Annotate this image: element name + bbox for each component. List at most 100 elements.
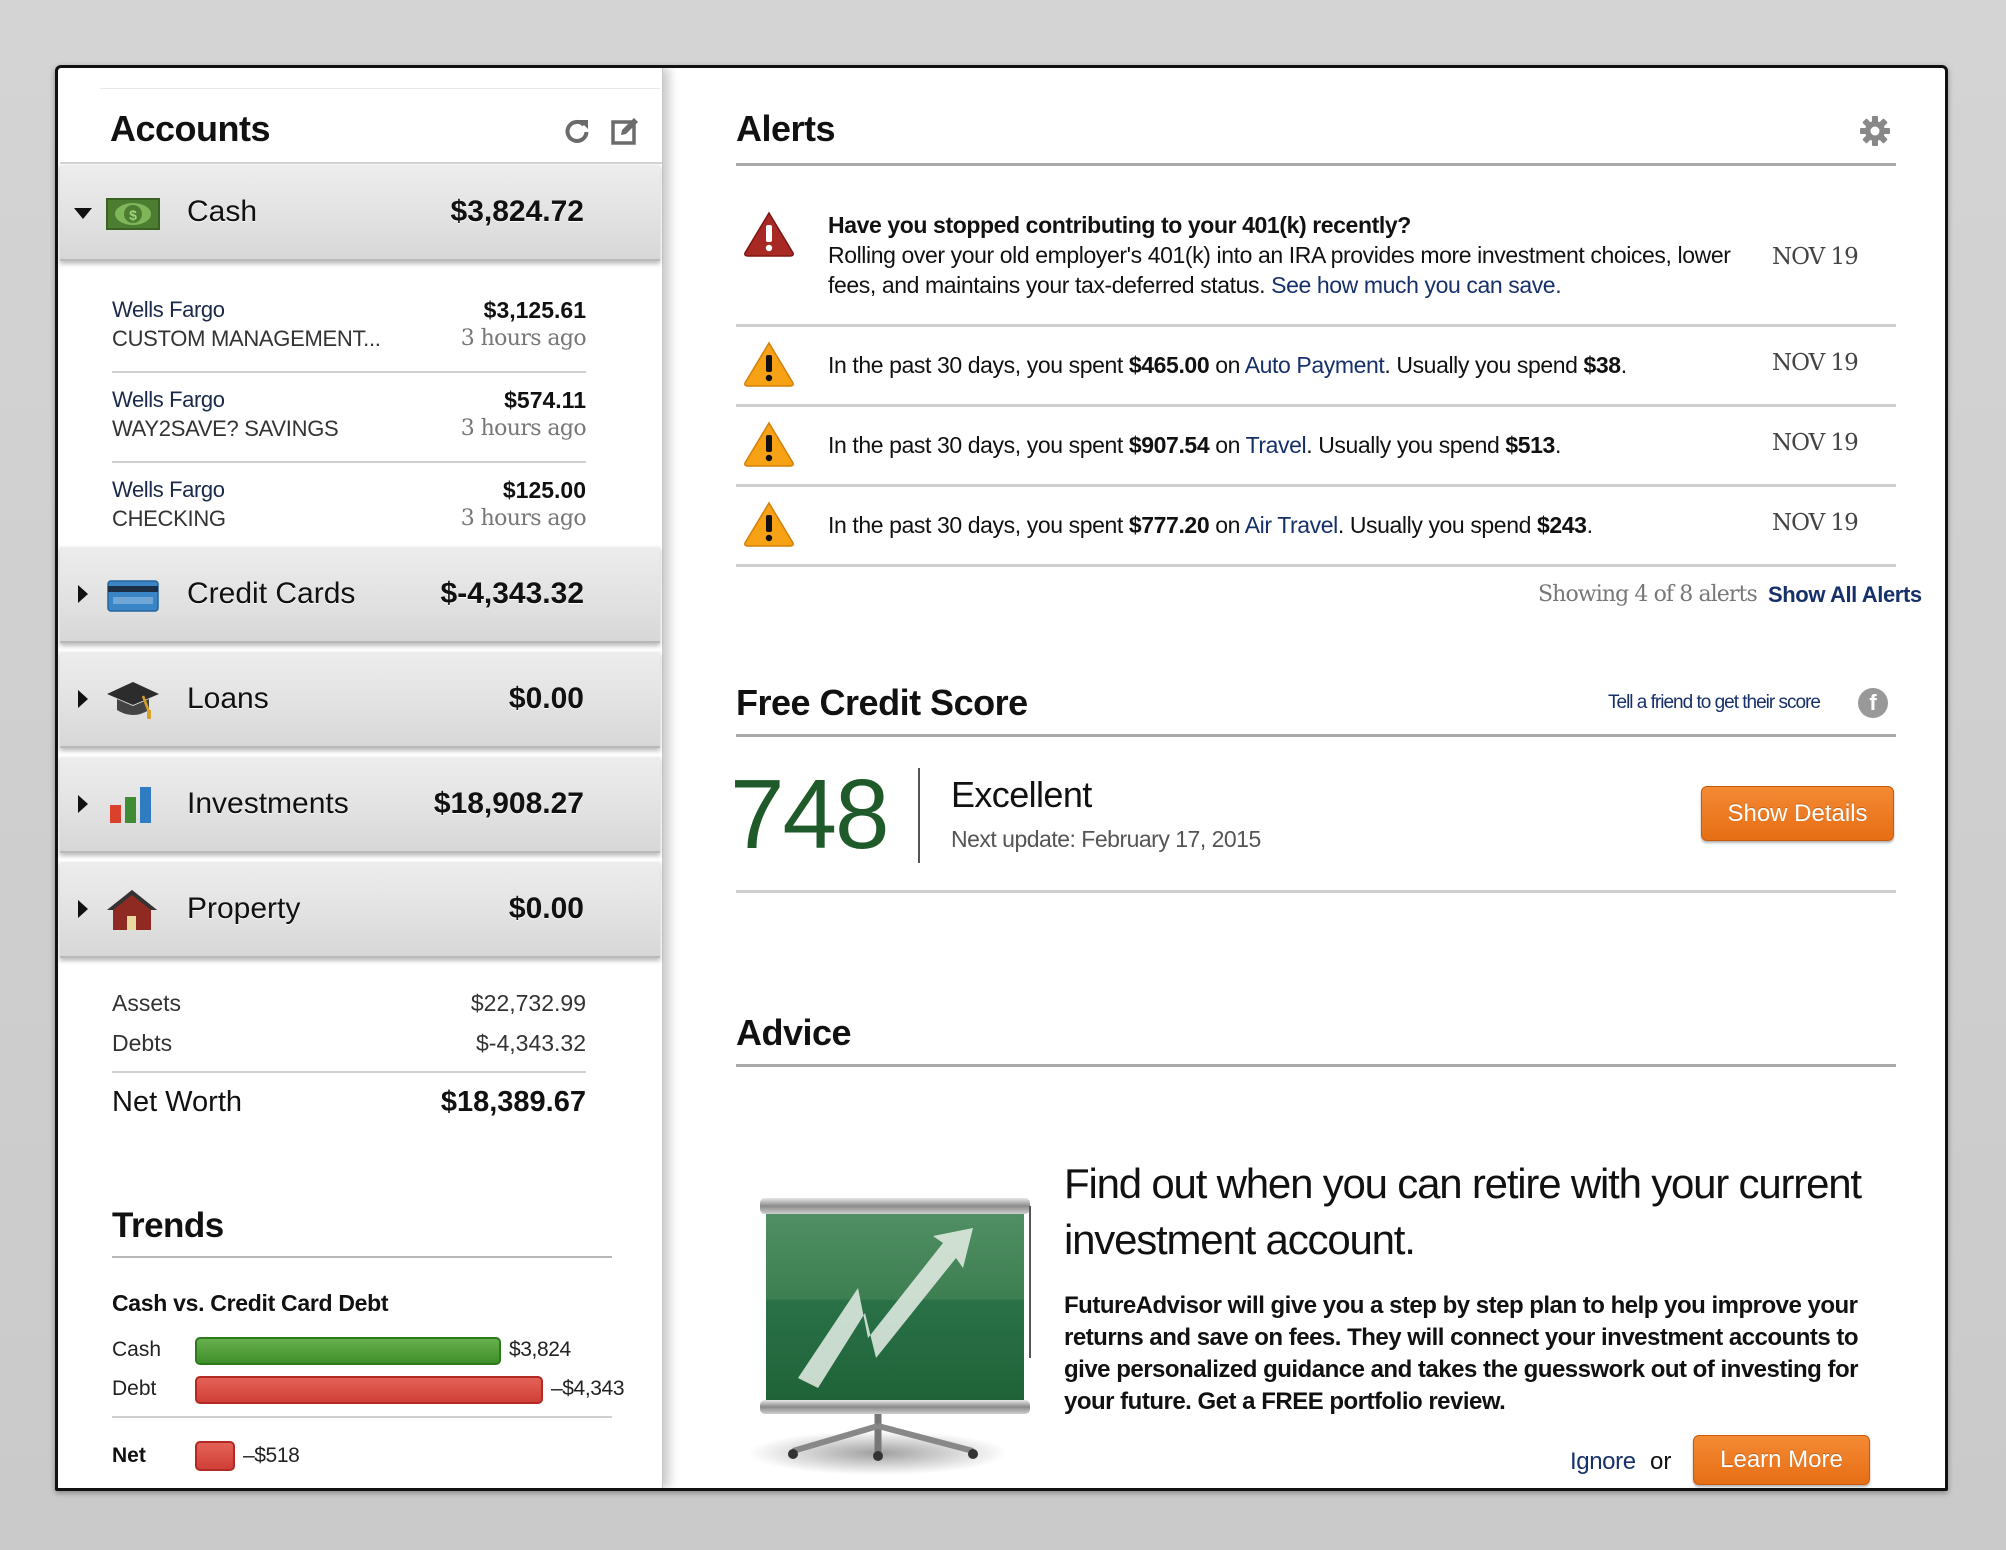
alert-text-end: . (1554, 432, 1561, 458)
credit-score-rating: Excellent (951, 774, 1092, 815)
alert-text-mid: . Usually you spend (1384, 352, 1584, 378)
category-credit-cards[interactable]: Credit Cards $-4,343.32 (60, 546, 660, 643)
house-icon (107, 890, 157, 930)
score-separator (918, 768, 920, 863)
advice-heading: Find out when you can retire with your c… (1064, 1160, 1862, 1263)
account-balance: $125.00 (502, 477, 586, 503)
alert-usual: $243 (1536, 512, 1587, 538)
alert-category-link[interactable]: Air Travel (1245, 512, 1339, 538)
refresh-icon[interactable] (562, 116, 592, 146)
alert-category-link[interactable]: Auto Payment (1245, 352, 1385, 378)
bank-name: Wells Fargo (112, 387, 225, 412)
top-rule (100, 88, 660, 89)
bar-value-debt: –$4,343 (551, 1377, 625, 1400)
bar-value-cash: $3,824 (509, 1338, 571, 1361)
alerts-title: Alerts (736, 108, 836, 149)
account-item[interactable]: Wells Fargo CUSTOM MANAGEMENT... $3,125.… (112, 283, 587, 373)
account-name: WAY2SAVE? SAVINGS (112, 416, 339, 441)
warning-alert-icon (744, 421, 794, 467)
bar-net (195, 1441, 235, 1471)
next-update-text: Next update: February 17, 2015 (951, 826, 1261, 852)
bar-cash (195, 1337, 501, 1365)
advice-body: FutureAdvisor will give you a step by st… (1064, 1292, 1859, 1415)
presentation-chart-icon (748, 1198, 1031, 1475)
ignore-link[interactable]: Ignore (1570, 1448, 1636, 1476)
alert-text-end: . (1620, 352, 1627, 378)
account-name: CHECKING (112, 506, 226, 531)
last-updated: 3 hours ago (460, 416, 587, 441)
chevron-down-icon (74, 208, 92, 219)
net-worth-label: Net Worth (112, 1086, 243, 1118)
trends-divider (112, 1256, 612, 1258)
alert-text-prefix: In the past 30 days, you spent (828, 432, 1129, 458)
alert-text-on: on (1209, 432, 1246, 458)
alert-item-auto-payment: In the past 30 days, you spent $465.00 o… (828, 350, 1627, 380)
credit-card-icon (107, 580, 159, 612)
danger-alert-icon (744, 211, 794, 257)
account-balance: $574.11 (504, 387, 586, 413)
alert-date: NOV 19 (1772, 430, 1859, 456)
app-window: Accounts $ Cash $3,824.72 Wells Fargo CU… (55, 65, 1948, 1491)
debts-label: Debts (112, 1030, 173, 1056)
bank-name: Wells Fargo (112, 297, 225, 322)
debts-value: $-4,343.32 (476, 1030, 586, 1056)
alert-spent: $465.00 (1128, 352, 1210, 378)
assets-label: Assets (112, 990, 182, 1016)
accounts-panel: Accounts $ Cash $3,824.72 Wells Fargo CU… (60, 68, 663, 1488)
net-label: Net (112, 1444, 146, 1467)
alert-category-link[interactable]: Travel (1246, 432, 1307, 458)
warning-alert-icon (744, 501, 794, 547)
alerts-count-text: Showing 4 of 8 alerts (1538, 582, 1758, 607)
account-item[interactable]: Wells Fargo WAY2SAVE? SAVINGS $574.11 3 … (112, 373, 587, 463)
see-savings-link[interactable]: See how much you can save. (1271, 272, 1561, 298)
advice-title: Advice (736, 1012, 852, 1053)
alert-item-401k: Have you stopped contributing to your 40… (828, 210, 1748, 300)
alert-date: NOV 19 (1772, 510, 1859, 536)
learn-more-button[interactable]: Learn More (1693, 1435, 1870, 1485)
assets-value: $22,732.99 (470, 990, 586, 1016)
gear-icon[interactable] (1858, 114, 1892, 148)
net-worth-value: $18,389.67 (440, 1086, 586, 1118)
account-item[interactable]: Wells Fargo CHECKING $125.00 3 hours ago (112, 463, 587, 553)
advice-divider (736, 1064, 1896, 1067)
bar-value-net: –$518 (243, 1444, 300, 1467)
category-investments[interactable]: Investments $18,908.27 (60, 756, 660, 853)
category-property[interactable]: Property $0.00 (60, 861, 660, 958)
account-balance: $3,125.61 (483, 297, 586, 323)
credit-score-divider (736, 734, 1896, 737)
graduation-cap-icon (107, 682, 159, 719)
chart-title: Cash vs. Credit Card Debt (112, 1290, 389, 1316)
alert-text-end: . (1586, 512, 1593, 538)
tell-friend-link[interactable]: Tell a friend to get their score (1608, 692, 1821, 714)
category-label: Cash (187, 195, 258, 228)
alert-text-mid: . Usually you spend (1337, 512, 1537, 538)
chevron-right-icon (78, 585, 88, 603)
or-text: or (1650, 1448, 1672, 1475)
svg-text:$: $ (129, 207, 137, 223)
show-all-alerts-link[interactable]: Show All Alerts (1768, 582, 1922, 608)
category-label: Loans (187, 682, 269, 715)
category-amount: $0.00 (508, 892, 584, 925)
alert-item-travel: In the past 30 days, you spent $907.54 o… (828, 430, 1561, 460)
category-amount: $-4,343.32 (440, 577, 584, 610)
chevron-right-icon (78, 690, 88, 708)
bar-debt (195, 1376, 543, 1404)
alert-divider (736, 404, 1896, 407)
facebook-icon[interactable]: f (1858, 688, 1888, 718)
credit-score-bottom-divider (736, 890, 1896, 893)
category-loans[interactable]: Loans $0.00 (60, 651, 660, 748)
category-amount: $0.00 (508, 682, 584, 715)
alert-divider (736, 484, 1896, 487)
bar-chart-icon (110, 787, 151, 823)
alert-item-air-travel: In the past 30 days, you spent $777.20 o… (828, 510, 1593, 540)
edit-icon[interactable] (610, 116, 640, 146)
chevron-right-icon (78, 795, 88, 813)
alert-text-mid: . Usually you spend (1306, 432, 1506, 458)
alert-text-prefix: In the past 30 days, you spent (828, 352, 1129, 378)
credit-score-title: Free Credit Score (736, 682, 1028, 723)
category-cash[interactable]: $ Cash $3,824.72 (60, 164, 660, 261)
bank-name: Wells Fargo (112, 477, 225, 502)
show-details-button[interactable]: Show Details (1701, 786, 1894, 841)
alert-text-on: on (1209, 352, 1245, 378)
alert-headline: Have you stopped contributing to your 40… (828, 212, 1411, 238)
